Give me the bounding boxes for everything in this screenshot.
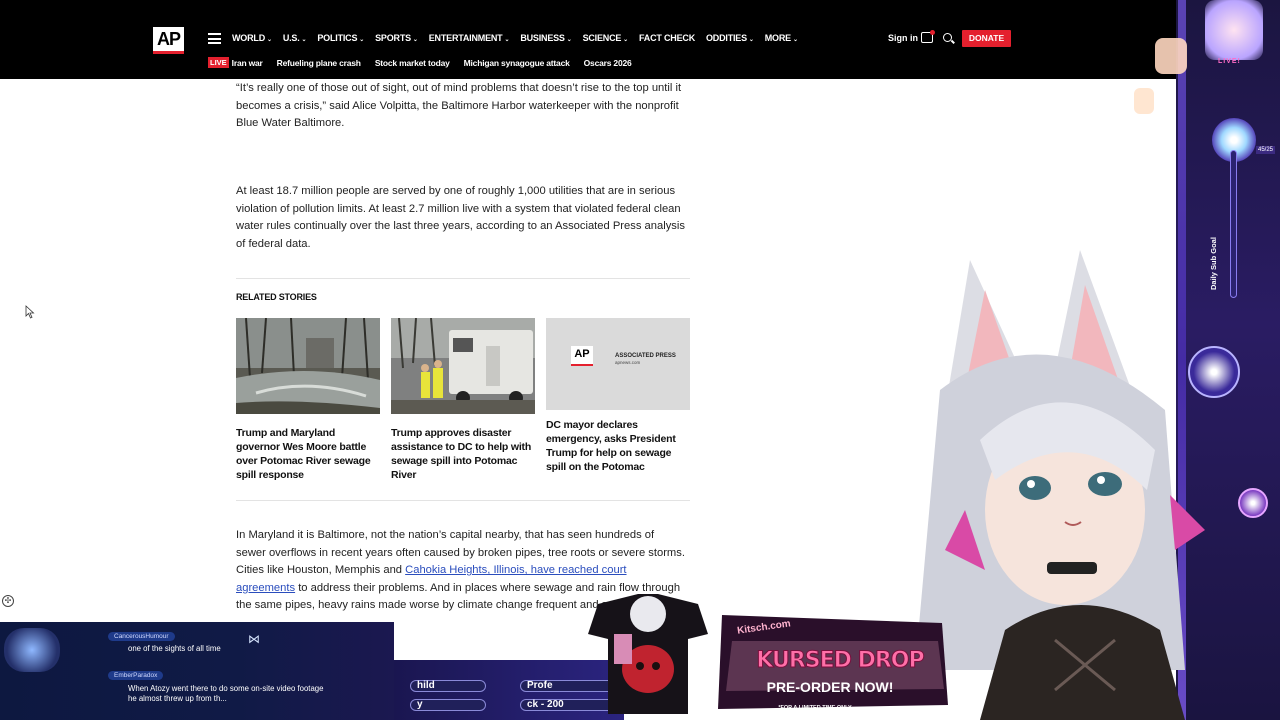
hamburger-menu-icon[interactable]	[208, 33, 221, 44]
lantern-icon	[1155, 38, 1187, 74]
placeholder-subtext: apnews.com	[615, 360, 641, 365]
chevron-down-icon: ⌄	[412, 37, 418, 43]
related-stories-heading: RELATED STORIES	[236, 292, 317, 302]
nav-item-label: FACT CHECK	[639, 33, 695, 43]
nav-item-label: WORLD	[232, 33, 265, 43]
related-story-2[interactable]: Trump approves disaster assistance to DC…	[391, 318, 535, 482]
trailer-photo[interactable]	[391, 318, 535, 414]
nav-item-sports[interactable]: SPORTS ⌄	[375, 33, 418, 43]
chat-username: CancerousHumour	[108, 632, 175, 641]
chat-message: one of the sights of all time	[128, 644, 221, 653]
live-label: LIVE!	[1218, 58, 1241, 65]
chevron-down-icon: ⌄	[301, 37, 307, 43]
trending-link[interactable]: Iran war	[232, 58, 263, 68]
nav-item-world[interactable]: WORLD ⌄	[232, 33, 272, 43]
related-story-title[interactable]: Trump and Maryland governor Wes Moore ba…	[236, 426, 380, 482]
ticker-pill: y	[410, 699, 486, 711]
river-photo[interactable]	[236, 318, 380, 414]
nav-item-business[interactable]: BUSINESS ⌄	[520, 33, 571, 43]
related-story-title[interactable]: Trump approves disaster assistance to DC…	[391, 426, 535, 482]
nav-item-oddities[interactable]: ODDITIES ⌄	[706, 33, 754, 43]
nav-item-politics[interactable]: POLITICS ⌄	[317, 33, 364, 43]
main-nav: WORLD ⌄ U.S. ⌄ POLITICS ⌄ SPORTS ⌄ ENTERTAINMENT…	[232, 33, 809, 43]
related-story-3[interactable]: AP ASSOCIATED PRESS apnews.com DC mayor …	[546, 318, 690, 474]
nav-item-label: BUSINESS	[520, 33, 565, 43]
ap-logo-small: AP	[571, 346, 593, 366]
divider	[236, 278, 690, 279]
trending-bar: LIVE Iran war Refueling plane crash Stock …	[208, 57, 646, 68]
chat-username: EmberParadox	[108, 671, 164, 680]
sparkle-orb-icon	[1238, 488, 1268, 518]
chevron-down-icon: ⌄	[748, 37, 754, 43]
trending-link[interactable]: Stock market today	[375, 58, 450, 68]
chevron-down-icon: ⌄	[504, 37, 510, 43]
nav-item-label: MORE	[764, 33, 791, 43]
ticker-pill: hild	[410, 680, 486, 692]
chevron-down-icon: ⌄	[267, 37, 272, 43]
sign-in-link[interactable]: Sign in	[888, 33, 918, 43]
bow-icon: ⋈	[248, 632, 260, 646]
nav-item-label: U.S.	[282, 33, 300, 43]
sub-goal-progress-bar	[1230, 150, 1237, 298]
related-story-1[interactable]: Trump and Maryland governor Wes Moore ba…	[236, 318, 380, 482]
article-paragraph-stats: At least 18.7 million people are served …	[236, 185, 685, 250]
placeholder-text: ASSOCIATED PRESS	[615, 353, 676, 359]
accessibility-icon[interactable]: ✣	[2, 595, 14, 607]
nav-item-label: ODDITIES	[706, 33, 747, 43]
nav-item-u-s[interactable]: U.S. ⌄	[283, 33, 307, 43]
nav-item-entertainment[interactable]: ENTERTAINMENT ⌄	[429, 33, 510, 43]
nav-item-science[interactable]: SCIENCE ⌄	[582, 33, 629, 43]
ap-logo[interactable]: AP	[153, 27, 184, 54]
nav-item-fact-check[interactable]: FACT CHECK	[639, 33, 695, 43]
star-frame-icon	[1205, 0, 1263, 60]
chevron-down-icon: ⌄	[792, 37, 798, 43]
sub-goal-count: 45/25	[1256, 146, 1276, 154]
search-icon[interactable]	[943, 33, 952, 42]
donate-button[interactable]: DONATE	[962, 30, 1011, 47]
nav-item-more[interactable]: MORE ⌄	[765, 33, 798, 43]
live-badge: LIVE	[208, 57, 229, 68]
chat-message: When Atozy went there to do some on-site…	[128, 684, 324, 703]
mascot-icon	[4, 628, 60, 672]
trending-link[interactable]: Oscars 2026	[584, 58, 632, 68]
ap-placeholder-image[interactable]: AP ASSOCIATED PRESS apnews.com	[546, 318, 690, 410]
promo-note: *FOR A LIMITED TIME ONLY	[778, 705, 852, 711]
merch-image	[588, 594, 708, 714]
divider	[236, 500, 690, 501]
nav-item-label: SPORTS	[375, 33, 411, 43]
trending-link[interactable]: Michigan synagogue attack	[464, 58, 570, 68]
article-paragraph-quote: “It’s really one of those out of sight, …	[236, 82, 682, 130]
lantern-icon	[1134, 88, 1154, 114]
nav-item-label: POLITICS	[317, 33, 358, 43]
chevron-down-icon: ⌄	[359, 37, 365, 43]
site-header: AP WORLD ⌄ U.S. ⌄ POLITICS ⌄ SPORTS ⌄ ENTERTAINM…	[0, 0, 1280, 79]
mouse-cursor-icon	[25, 305, 35, 319]
nav-item-label: SCIENCE	[582, 33, 622, 43]
stream-chat-panel	[0, 622, 394, 720]
notifications-icon[interactable]	[921, 30, 935, 43]
trending-link[interactable]: Refueling plane crash	[277, 58, 361, 68]
related-story-title[interactable]: DC mayor declares emergency, asks Presid…	[546, 418, 690, 474]
chevron-down-icon: ⌄	[566, 37, 572, 43]
chevron-down-icon: ⌄	[623, 37, 628, 43]
promo-title: KURSED DROP	[756, 648, 925, 674]
nav-item-label: ENTERTAINMENT	[428, 33, 503, 43]
promo-subtitle: PRE-ORDER NOW!	[766, 679, 894, 695]
